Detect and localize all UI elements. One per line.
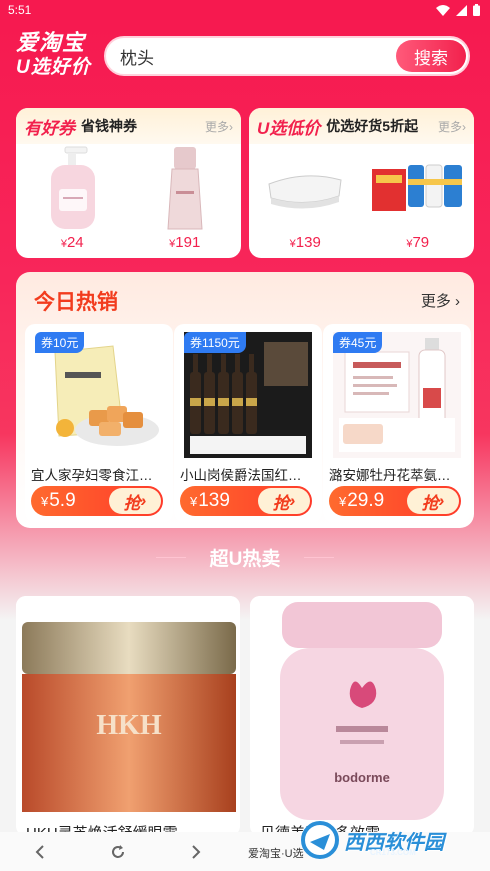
coupon-badge: 券45元: [333, 332, 383, 353]
hot-product-card[interactable]: 券10元 宜人家孕妇零食江… ¥5.9 抢 ›: [25, 324, 173, 522]
promo-product[interactable]: ¥191: [135, 144, 235, 251]
status-icons: [436, 4, 480, 16]
brand-text: HKH: [96, 710, 162, 741]
signal-icon: [456, 4, 467, 16]
promo-product[interactable]: ¥24: [22, 144, 122, 251]
hot-sales-more-link[interactable]: 更多 ›: [421, 290, 460, 311]
feed-product-card[interactable]: bodorme 贝德美婴儿多效霜: [250, 596, 474, 836]
baby-cream-jar-image: bodorme: [250, 596, 474, 820]
hot-sales-panel: 今日热销 更多 › 券10元 宜人家孕妇零食江… ¥5.9 抢› 券1150元: [16, 272, 474, 528]
hot-product-name: 潞安娜牡丹花萃氨…: [329, 468, 451, 483]
watermark-logo-icon: [301, 821, 339, 859]
promo-price: ¥79: [406, 234, 430, 251]
grab-label: 抢 ›: [109, 488, 161, 514]
chevron-right-icon: [192, 845, 201, 859]
wifi-icon: [436, 4, 450, 16]
coupon-badge: 券10元: [35, 332, 85, 353]
status-bar: 5:51: [0, 0, 490, 20]
promo-product[interactable]: ¥139: [255, 144, 355, 251]
chevron-left-icon: [35, 845, 44, 859]
forward-button[interactable]: [184, 840, 208, 864]
status-time: 5:51: [8, 3, 32, 17]
pillow-image: [257, 144, 353, 232]
site-watermark: 西西软件园 CR173.COM: [300, 818, 472, 862]
promo-tag: U选低价: [257, 118, 321, 138]
promo-subtitle: 优选好货5折起: [326, 118, 419, 134]
refresh-button[interactable]: [106, 840, 130, 864]
buy-button[interactable]: ¥29.9 抢 ›: [329, 486, 461, 516]
promo-price: ¥139: [289, 234, 321, 251]
eye-cream-jar-image: HKH: [16, 596, 240, 820]
buy-button[interactable]: ¥5.9 抢 ›: [31, 486, 163, 516]
promo-price: ¥191: [169, 234, 201, 251]
hot-product-card[interactable]: 券1150元 小山岗侯爵法国红… ¥139 抢 ›: [174, 324, 322, 522]
milk-powder-cans-image: [370, 144, 466, 232]
promo-product[interactable]: ¥79: [368, 144, 468, 251]
promo-subtitle: 省钱神券: [81, 118, 137, 134]
promo-price: ¥24: [60, 234, 84, 251]
serum-bottle-image: [137, 144, 233, 232]
page-label: 爱淘宝·U选: [248, 848, 304, 860]
refresh-icon: [112, 845, 124, 858]
promo-header: U选低价 优选好货5折起 更多›: [249, 108, 474, 144]
back-button[interactable]: [28, 840, 52, 864]
hot-sales-title: 今日热销: [34, 291, 118, 314]
buy-button[interactable]: ¥139 抢 ›: [180, 486, 312, 516]
battery-icon: [473, 4, 480, 16]
grab-label: 抢 ›: [258, 488, 310, 514]
promo-card-low-price[interactable]: U选低价 优选好货5折起 更多› ¥139 ¥79: [249, 108, 474, 258]
promo-more-link[interactable]: 更多›: [205, 118, 233, 135]
search-button[interactable]: 搜索: [396, 40, 466, 72]
logo-line-1: 爱淘宝: [16, 30, 86, 55]
grab-label: 抢 ›: [407, 488, 459, 514]
title-divider-right: [304, 557, 334, 558]
promo-card-coupons[interactable]: 有好券 省钱神券 更多› ¥24 ¥191: [16, 108, 241, 258]
hot-product-name: 小山岗侯爵法国红…: [180, 468, 302, 483]
promo-more-link[interactable]: 更多›: [438, 118, 466, 135]
logo-line-2: U选好价: [16, 57, 91, 78]
app-logo: 爱淘宝 U选好价: [16, 30, 100, 82]
search-input[interactable]: [120, 46, 390, 66]
body-wash-bottle-image: [24, 144, 120, 232]
hot-product-price: ¥29.9: [339, 490, 385, 511]
search-bar[interactable]: 搜索: [104, 36, 470, 76]
hot-product-card[interactable]: 券45元 潞安娜牡丹花萃氨… ¥29.9 抢 ›: [323, 324, 471, 522]
super-u-title: 超U热卖: [209, 549, 281, 570]
watermark-subtext: CR173.COM: [370, 848, 416, 857]
hot-product-price: ¥139: [190, 490, 230, 511]
promo-header: 有好券 省钱神券 更多›: [16, 108, 241, 144]
feed-product-card[interactable]: HKH HKH灵芝焕活舒缓眼霜: [16, 596, 240, 836]
brand-text: bodorme: [334, 770, 390, 785]
coupon-badge: 券1150元: [184, 332, 246, 353]
promo-tag: 有好券: [24, 118, 75, 138]
hot-product-price: ¥5.9: [41, 490, 76, 511]
hot-product-name: 宜人家孕妇零食江…: [31, 468, 153, 483]
